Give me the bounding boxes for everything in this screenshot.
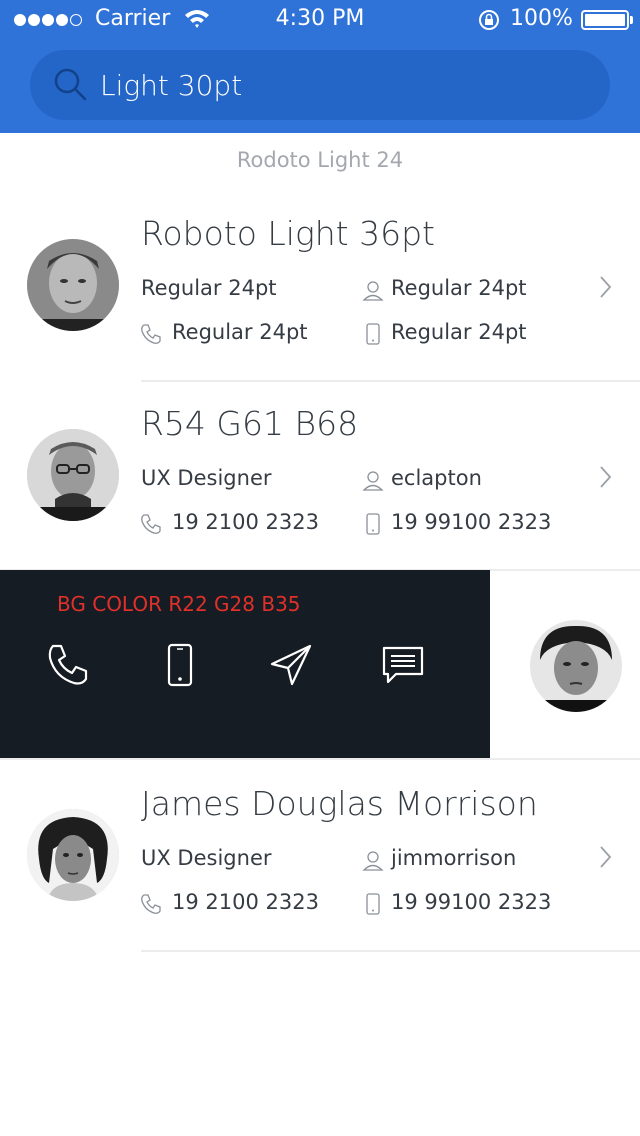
contact-username: jimmorrison — [391, 846, 517, 870]
avatar — [27, 429, 119, 521]
chevron-right-icon[interactable] — [598, 844, 614, 870]
contact-row[interactable]: James Douglas Morrison UX Designer jimmo… — [0, 762, 640, 952]
contact-phone[interactable]: 19 2100 2323 — [172, 890, 319, 914]
mobile-icon — [366, 513, 380, 535]
contact-mobile[interactable]: 19 99100 2323 — [391, 510, 551, 534]
user-icon — [362, 281, 384, 301]
phone-icon[interactable] — [45, 642, 91, 688]
phone-icon — [141, 514, 161, 534]
contact-phone[interactable]: 19 2100 2323 — [172, 510, 319, 534]
app-header: Carrier 4:30 PM 100% — [0, 0, 640, 133]
mobile-icon — [366, 323, 380, 345]
swipe-actions-panel: BG COLOR R22 G28 B35 — [0, 570, 490, 760]
contact-title: UX Designer — [141, 846, 272, 870]
mobile-icon — [366, 893, 380, 915]
contact-mobile[interactable]: 19 99100 2323 — [391, 890, 551, 914]
battery-icon — [581, 10, 633, 30]
avatar — [27, 809, 119, 901]
contact-row[interactable]: Roboto Light 36pt Regular 24pt Regular 2… — [0, 192, 640, 382]
annotation-label: BG COLOR R22 G28 B35 — [57, 592, 301, 616]
contact-title: UX Designer — [141, 466, 272, 490]
search-bar[interactable] — [30, 50, 610, 120]
send-icon[interactable] — [268, 642, 314, 688]
contact-name: R54 G61 B68 — [141, 404, 359, 443]
phone-icon — [141, 324, 161, 344]
avatar — [27, 239, 119, 331]
chevron-right-icon[interactable] — [598, 274, 614, 300]
battery-percentage: 100% — [510, 6, 573, 31]
avatar — [530, 620, 622, 712]
phone-icon — [141, 894, 161, 914]
divider — [141, 950, 640, 952]
swiped-contact-row[interactable]: BG COLOR R22 G28 B35 — [0, 569, 640, 760]
chevron-right-icon[interactable] — [598, 464, 614, 490]
status-bar: Carrier 4:30 PM 100% — [0, 0, 640, 40]
user-icon — [362, 851, 384, 871]
contact-row[interactable]: R54 G61 B68 UX Designer eclapton 19 2100… — [0, 382, 640, 572]
contact-username: eclapton — [391, 466, 482, 490]
contact-username: Regular 24pt — [391, 276, 527, 300]
divider — [0, 758, 640, 760]
contact-name: James Douglas Morrison — [141, 784, 538, 823]
mobile-icon[interactable] — [157, 642, 203, 688]
contact-title: Regular 24pt — [141, 276, 277, 300]
search-icon — [54, 68, 87, 101]
rotation-lock-icon — [479, 10, 499, 30]
contact-mobile[interactable]: Regular 24pt — [391, 320, 527, 344]
contact-phone[interactable]: Regular 24pt — [172, 320, 308, 344]
search-input[interactable] — [100, 62, 580, 108]
user-icon — [362, 471, 384, 491]
contact-name: Roboto Light 36pt — [141, 214, 435, 253]
section-caption: Rodoto Light 24 — [236, 148, 404, 172]
message-icon[interactable] — [380, 642, 426, 688]
